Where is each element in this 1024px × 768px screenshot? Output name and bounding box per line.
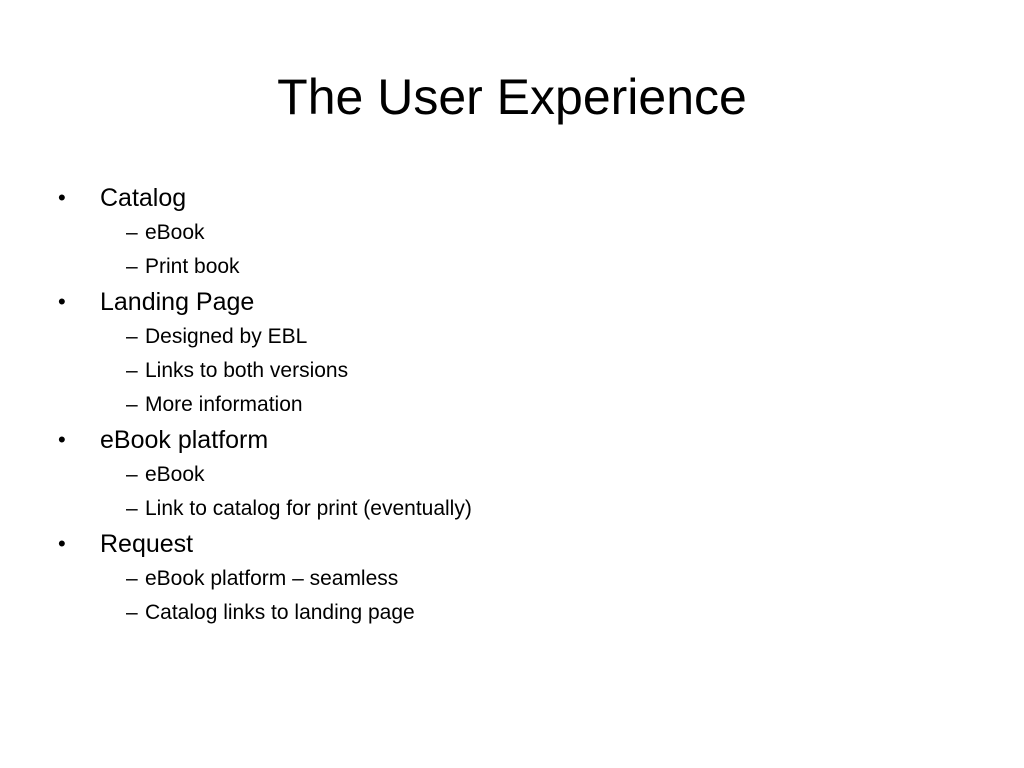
sub-bullet-item: – eBook [56,458,956,492]
sub-bullet-item: – Links to both versions [56,354,956,388]
dash-icon: – [126,359,138,382]
sub-bullet-text: More information [145,393,303,416]
dash-icon: – [126,601,138,624]
dash-icon: – [126,393,138,416]
slide: The User Experience • Catalog – eBook – … [0,0,1024,768]
sub-bullet-item: – Catalog links to landing page [56,596,956,630]
bullet-text: Catalog [100,184,187,212]
sub-bullet-text: Designed by EBL [145,325,308,348]
sub-bullet-text: eBook [145,463,205,486]
sub-bullet-item: – Print book [56,250,956,284]
dash-icon: – [126,255,138,278]
sub-bullet-text: eBook [145,221,205,244]
bullet-text: Request [100,530,194,558]
sub-bullet-text: Catalog links to landing page [145,601,415,624]
dash-icon: – [126,497,138,520]
bullet-list: • Catalog – eBook – Print book • Landing… [56,180,956,630]
sub-bullet-item: – Designed by EBL [56,320,956,354]
dash-icon: – [126,221,138,244]
bullet-item: • Catalog [56,180,956,216]
bullet-item: • Landing Page [56,284,956,320]
bullet-icon: • [58,531,66,556]
bullet-item: • Request [56,526,956,562]
bullet-text: Landing Page [100,288,255,316]
sub-bullet-item: – eBook [56,216,956,250]
sub-bullet-text: eBook platform – seamless [145,567,399,590]
sub-bullet-text: Links to both versions [145,359,349,382]
bullet-text: eBook platform [100,426,269,454]
bullet-item: • eBook platform [56,422,956,458]
dash-icon: – [126,567,138,590]
sub-bullet-item: – Link to catalog for print (eventually) [56,492,956,526]
bullet-icon: • [58,289,66,314]
sub-bullet-item: – More information [56,388,956,422]
dash-icon: – [126,325,138,348]
bullet-icon: • [58,427,66,452]
bullet-icon: • [58,185,66,210]
slide-title: The User Experience [277,69,747,125]
sub-bullet-text: Print book [145,255,240,278]
sub-bullet-text: Link to catalog for print (eventually) [145,497,472,520]
sub-bullet-item: – eBook platform – seamless [56,562,956,596]
dash-icon: – [126,463,138,486]
